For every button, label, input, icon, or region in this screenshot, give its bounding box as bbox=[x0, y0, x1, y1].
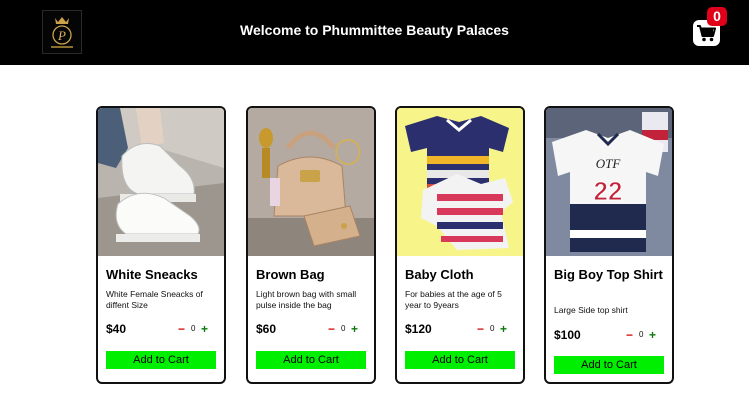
quantity-value: 0 bbox=[341, 324, 346, 333]
quantity-stepper: − 0 + bbox=[626, 329, 666, 343]
svg-text:OTF: OTF bbox=[596, 156, 622, 171]
product-image-sneakers bbox=[98, 108, 224, 256]
product-description: Light brown bag with small pulse inside … bbox=[256, 289, 357, 310]
product-image-bag bbox=[248, 108, 374, 256]
increase-quantity-button[interactable]: + bbox=[649, 329, 656, 341]
product-card-white-sneacks: White Sneacks White Female Sneacks of di… bbox=[96, 106, 226, 384]
quantity-stepper: − 0 + bbox=[328, 323, 368, 337]
increase-quantity-button[interactable]: + bbox=[500, 323, 507, 335]
cart-count-badge: 0 bbox=[707, 7, 727, 26]
product-description: Large Side top shirt bbox=[554, 305, 628, 315]
product-grid: White Sneacks White Female Sneacks of di… bbox=[96, 106, 676, 386]
product-price: $120 bbox=[405, 322, 432, 336]
product-name: White Sneacks bbox=[106, 267, 198, 282]
quantity-value: 0 bbox=[191, 324, 196, 333]
product-image-shirt: OTF 22 bbox=[546, 108, 672, 256]
svg-text:22: 22 bbox=[594, 176, 623, 206]
quantity-stepper: − 0 + bbox=[477, 323, 517, 337]
add-to-cart-button[interactable]: Add to Cart bbox=[554, 356, 664, 374]
product-price: $100 bbox=[554, 328, 581, 342]
increase-quantity-button[interactable]: + bbox=[201, 323, 208, 335]
product-card-big-boy-top-shirt: OTF 22 Big Boy Top Shirt Large Side top … bbox=[544, 106, 674, 384]
decrease-quantity-button[interactable]: − bbox=[477, 323, 484, 335]
product-price: $40 bbox=[106, 322, 127, 336]
increase-quantity-button[interactable]: + bbox=[351, 323, 358, 335]
add-to-cart-button[interactable]: Add to Cart bbox=[256, 351, 366, 369]
product-description: White Female Sneacks of diffent Size bbox=[106, 289, 203, 310]
product-card-baby-cloth: Baby Cloth For babies at the age of 5 ye… bbox=[395, 106, 525, 384]
product-name: Baby Cloth bbox=[405, 267, 474, 282]
site-title: Welcome to Phummittee Beauty Palaces bbox=[240, 22, 509, 38]
decrease-quantity-button[interactable]: − bbox=[328, 323, 335, 335]
quantity-value: 0 bbox=[639, 330, 644, 339]
decrease-quantity-button[interactable]: − bbox=[626, 329, 633, 341]
shopping-cart-icon bbox=[697, 25, 716, 42]
product-name: Big Boy Top Shirt bbox=[554, 267, 663, 282]
product-card-brown-bag: Brown Bag Light brown bag with small pul… bbox=[246, 106, 376, 384]
product-name: Brown Bag bbox=[256, 267, 325, 282]
product-image-baby-cloth bbox=[397, 108, 523, 256]
quantity-value: 0 bbox=[490, 324, 495, 333]
top-header: P Welcome to Phummittee Beauty Palaces 0 bbox=[0, 0, 749, 65]
quantity-stepper: − 0 + bbox=[178, 323, 218, 337]
product-price: $60 bbox=[256, 322, 277, 336]
decrease-quantity-button[interactable]: − bbox=[178, 323, 185, 335]
product-description: For babies at the age of 5 year to 9year… bbox=[405, 289, 502, 310]
add-to-cart-button[interactable]: Add to Cart bbox=[106, 351, 216, 369]
add-to-cart-button[interactable]: Add to Cart bbox=[405, 351, 515, 369]
